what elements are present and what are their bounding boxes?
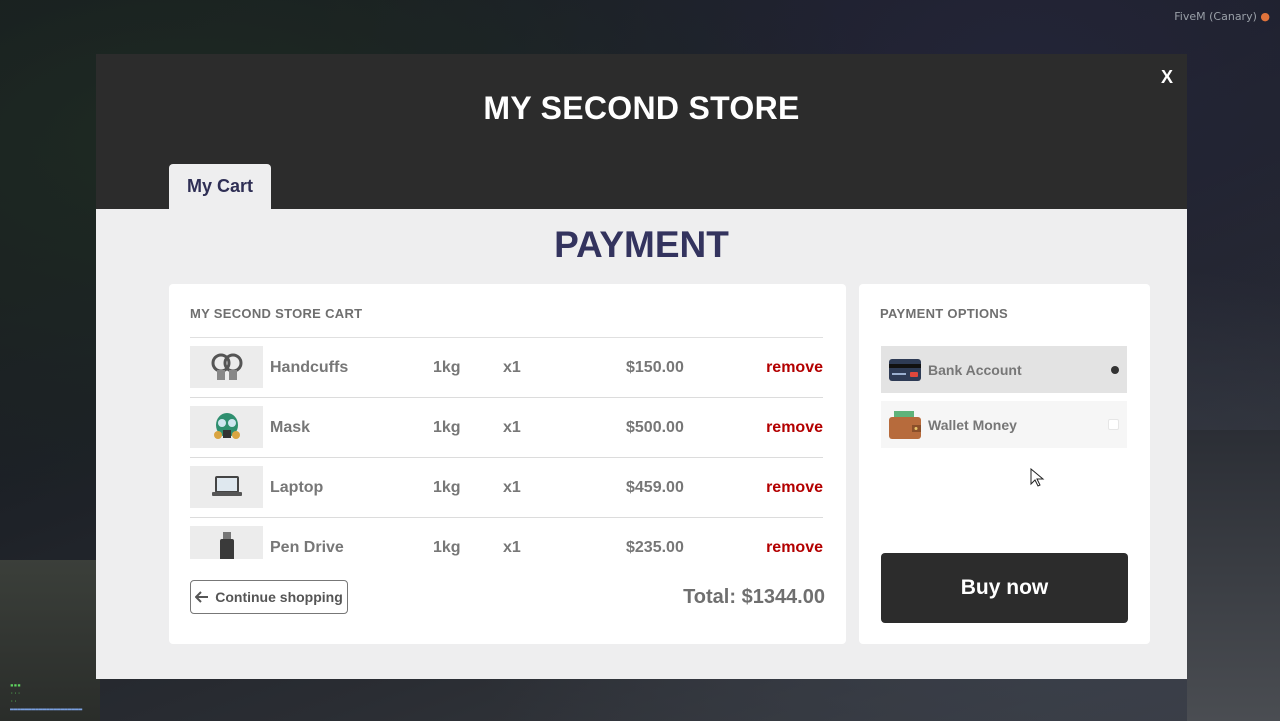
remove-button[interactable]: remove xyxy=(766,539,823,557)
item-name: Handcuffs xyxy=(270,359,349,376)
close-button[interactable]: X xyxy=(1157,66,1177,88)
cart-list[interactable]: Handcuffs 1kg x1 $150.00 remove Mask 1kg… xyxy=(190,337,823,559)
payment-option-label: Bank Account xyxy=(928,361,1022,378)
item-name: Mask xyxy=(270,419,311,436)
remove-button[interactable]: remove xyxy=(766,419,823,437)
tab-my-cart[interactable]: My Cart xyxy=(169,164,271,209)
item-quantity: x1 xyxy=(503,359,521,376)
credit-card-icon xyxy=(887,353,923,387)
hud-label: FiveM (Canary) ● xyxy=(1174,10,1270,23)
cart-panel: MY SECOND STORE CART Handcuffs 1kg x1 $1… xyxy=(169,284,846,644)
cart-row: Pen Drive 1kg x1 $235.00 remove xyxy=(190,518,823,559)
arrow-left-icon xyxy=(195,591,209,603)
cart-total: Total: $1344.00 xyxy=(683,586,825,608)
pen-drive-icon xyxy=(190,526,263,559)
item-weight: 1kg xyxy=(433,479,461,496)
cart-row: Laptop 1kg x1 $459.00 remove xyxy=(190,458,823,518)
payment-title: PAYMENT OPTIONS xyxy=(880,306,1009,321)
wallet-icon xyxy=(887,408,923,442)
item-name: Laptop xyxy=(270,479,324,496)
handcuffs-icon xyxy=(190,346,263,388)
page-title: PAYMENT xyxy=(554,224,729,265)
remove-button[interactable]: remove xyxy=(766,479,823,497)
radio-unselected[interactable] xyxy=(1108,419,1119,430)
cart-row: Handcuffs 1kg x1 $150.00 remove xyxy=(190,338,823,398)
store-modal: X MY SECOND STORE My Cart PAYMENT MY SEC… xyxy=(96,54,1187,679)
continue-shopping-label: Continue shopping xyxy=(215,589,343,605)
laptop-icon xyxy=(190,466,263,508)
payment-panel: PAYMENT OPTIONS Bank Account Wallet Mone… xyxy=(859,284,1150,644)
item-weight: 1kg xyxy=(433,539,461,556)
payment-option-wallet-money[interactable]: Wallet Money xyxy=(881,401,1127,448)
item-price: $150.00 xyxy=(626,359,684,376)
item-quantity: x1 xyxy=(503,479,521,496)
gas-mask-icon xyxy=(190,406,263,448)
item-weight: 1kg xyxy=(433,419,461,436)
payment-option-bank-account[interactable]: Bank Account xyxy=(881,346,1127,393)
console-overlay: ▪▪▪ ··· ·· ▬▬▬▬▬▬▬▬▬▬▬▬▬▬▬▬▬▬▬▬ xyxy=(10,682,83,713)
continue-shopping-button[interactable]: Continue shopping xyxy=(190,580,348,614)
mouse-cursor-icon xyxy=(1030,468,1045,487)
cart-title: MY SECOND STORE CART xyxy=(190,306,363,321)
item-price: $459.00 xyxy=(626,479,684,496)
background-pavement xyxy=(1187,430,1280,721)
cart-row: Mask 1kg x1 $500.00 remove xyxy=(190,398,823,458)
modal-header: X MY SECOND STORE My Cart xyxy=(96,54,1187,209)
store-title: MY SECOND STORE xyxy=(483,90,800,126)
payment-option-label: Wallet Money xyxy=(928,416,1017,433)
item-quantity: x1 xyxy=(503,419,521,436)
item-quantity: x1 xyxy=(503,539,521,556)
item-weight: 1kg xyxy=(433,359,461,376)
buy-now-button[interactable]: Buy now xyxy=(881,553,1128,623)
remove-button[interactable]: remove xyxy=(766,359,823,377)
item-price: $500.00 xyxy=(626,419,684,436)
radio-selected[interactable] xyxy=(1111,365,1119,374)
item-price: $235.00 xyxy=(626,539,684,556)
item-name: Pen Drive xyxy=(270,539,344,556)
